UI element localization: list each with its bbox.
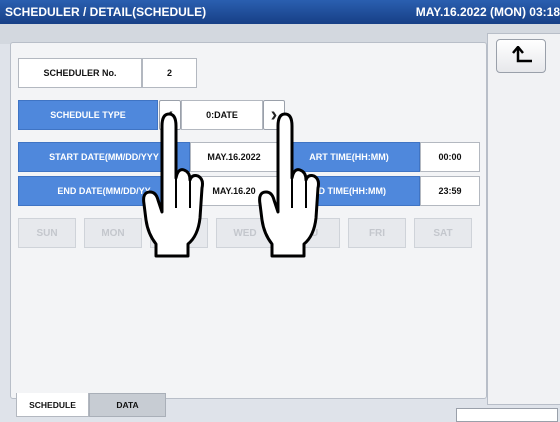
- day-sat-button[interactable]: SAT: [414, 218, 472, 248]
- return-arrow-icon: [512, 46, 532, 63]
- day-sun-button[interactable]: SUN: [18, 218, 76, 248]
- tab-data[interactable]: DATA: [89, 393, 166, 417]
- header-strip: [0, 24, 560, 44]
- status-box: [456, 408, 558, 422]
- start-time-value[interactable]: 00:00: [420, 142, 480, 172]
- back-button[interactable]: [496, 39, 546, 73]
- pointing-hand-icon: [258, 112, 320, 258]
- day-mon-button[interactable]: MON: [84, 218, 142, 248]
- side-panel: [487, 33, 560, 405]
- pointing-hand-icon: [142, 112, 204, 258]
- scheduler-no-value[interactable]: 2: [142, 58, 197, 88]
- tab-schedule[interactable]: SCHEDULE: [16, 393, 89, 417]
- clock-display: MAY.16.2022 (MON) 03:18: [415, 5, 560, 19]
- scheduler-no-label: SCHEDULER No.: [18, 58, 142, 88]
- title-bar: SCHEDULER / DETAIL(SCHEDULE) MAY.16.2022…: [0, 0, 560, 24]
- schedule-type-label: SCHEDULE TYPE: [18, 100, 158, 130]
- end-time-value[interactable]: 23:59: [420, 176, 480, 206]
- page-title: SCHEDULER / DETAIL(SCHEDULE): [5, 5, 207, 19]
- day-fri-button[interactable]: FRI: [348, 218, 406, 248]
